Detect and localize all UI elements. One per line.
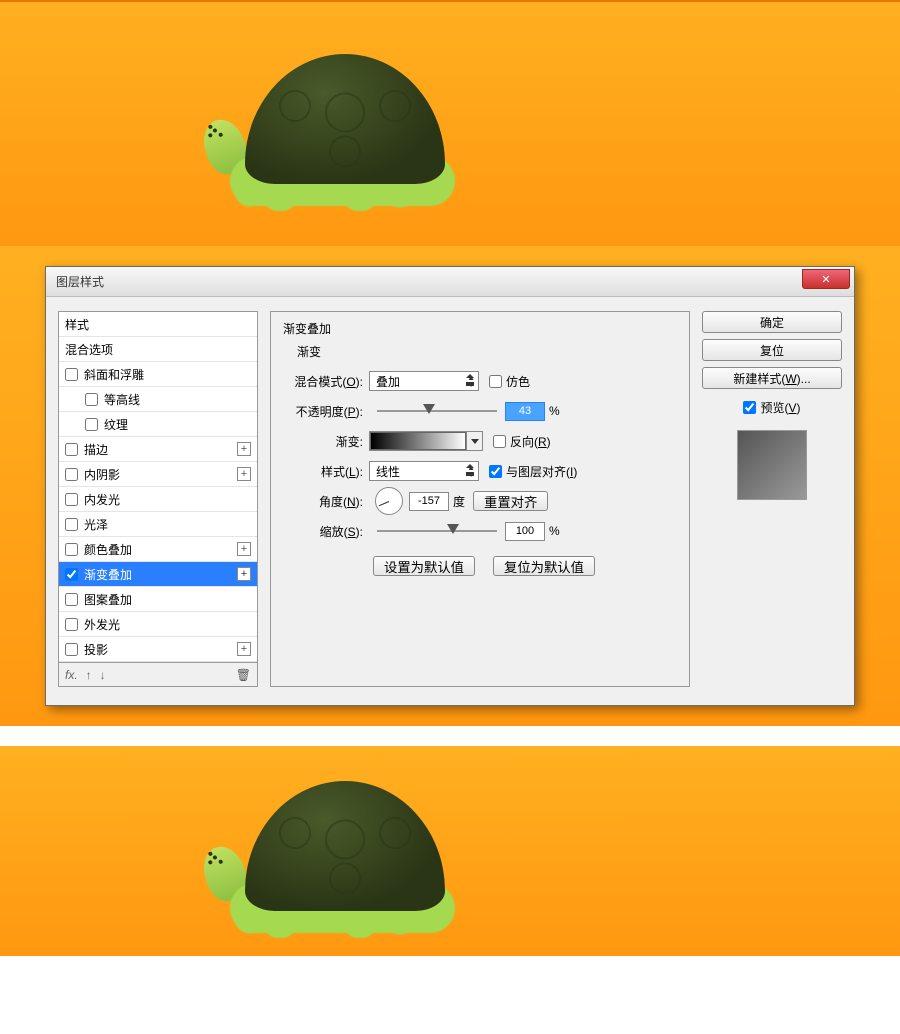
style-label: 光泽 — [84, 516, 108, 533]
gradient-label: 渐变: — [283, 433, 369, 450]
style-select[interactable]: 线性 ▲▼ — [369, 461, 479, 481]
style-row[interactable]: 外发光 — [59, 612, 257, 637]
plus-icon[interactable]: + — [237, 542, 251, 556]
style-row[interactable]: 内阴影 + — [59, 462, 257, 487]
plus-icon[interactable]: + — [237, 442, 251, 456]
turtle-illustration — [215, 791, 455, 941]
percent-unit-2: % — [549, 524, 560, 538]
style-row[interactable]: 等高线 — [59, 387, 257, 412]
angle-dial[interactable] — [375, 487, 403, 515]
scale-input[interactable] — [505, 522, 545, 541]
scale-slider[interactable] — [377, 522, 497, 540]
gradient-dropdown-icon[interactable] — [466, 432, 482, 450]
style-checkbox[interactable] — [65, 643, 78, 656]
style-label: 渐变叠加 — [84, 566, 132, 583]
style-row[interactable]: 渐变叠加 + — [59, 562, 257, 587]
turtle-illustration — [215, 64, 455, 214]
angle-unit: 度 — [453, 493, 465, 510]
down-icon[interactable]: ↓ — [100, 668, 106, 682]
styles-column: 样式 混合选项 斜面和浮雕等高线纹理描边 + 内阴影 + 内发光光泽颜色叠加 + 渐变叠加 +… — [58, 311, 258, 687]
dialog-titlebar[interactable]: 图层样式 ✕ — [46, 267, 854, 297]
style-checkbox[interactable] — [65, 443, 78, 456]
style-checkbox[interactable] — [65, 593, 78, 606]
style-label: 描边 — [84, 441, 108, 458]
blend-mode-select[interactable]: 叠加 ▲▼ — [369, 371, 479, 391]
styles-header-row[interactable]: 样式 — [59, 312, 257, 337]
style-checkbox[interactable] — [65, 368, 78, 381]
style-label: 投影 — [84, 641, 108, 658]
style-checkbox[interactable] — [65, 568, 78, 581]
style-label: 样式(L): — [283, 463, 369, 480]
canvas-preview-top — [0, 0, 900, 246]
style-checkbox[interactable] — [65, 618, 78, 631]
style-label: 等高线 — [104, 391, 140, 408]
dither-checkbox[interactable]: 仿色 — [489, 373, 530, 390]
style-row[interactable]: 投影 + — [59, 637, 257, 662]
settings-panel: 渐变叠加 渐变 混合模式(O): 叠加 ▲▼ 仿色 不透明度(P): — [270, 311, 690, 687]
style-row[interactable]: 描边 + — [59, 437, 257, 462]
blend-options-label: 混合选项 — [65, 341, 113, 358]
style-checkbox[interactable] — [65, 468, 78, 481]
blend-options-row[interactable]: 混合选项 — [59, 337, 257, 362]
style-label: 外发光 — [84, 616, 120, 633]
set-default-button[interactable]: 设置为默认值 — [373, 556, 475, 576]
opacity-input[interactable] — [505, 402, 545, 421]
plus-icon[interactable]: + — [237, 567, 251, 581]
style-row[interactable]: 光泽 — [59, 512, 257, 537]
style-checkbox[interactable] — [85, 393, 98, 406]
style-label: 内阴影 — [84, 466, 120, 483]
group-label: 渐变 — [297, 343, 677, 360]
scale-label: 缩放(S): — [283, 523, 369, 540]
trash-icon[interactable]: 🗑 — [236, 668, 251, 682]
ok-button[interactable]: 确定 — [702, 311, 842, 333]
cancel-button[interactable]: 复位 — [702, 339, 842, 361]
styles-header-label: 样式 — [65, 316, 89, 333]
style-checkbox[interactable] — [65, 493, 78, 506]
styles-footer: fx. ↑ ↓ 🗑 — [58, 663, 258, 687]
opacity-slider[interactable] — [377, 402, 497, 420]
new-style-button[interactable]: 新建样式(W)... — [702, 367, 842, 389]
preview-checkbox[interactable]: 预览(V) — [702, 399, 842, 416]
section-title: 渐变叠加 — [283, 320, 677, 337]
style-label: 颜色叠加 — [84, 541, 132, 558]
align-checkbox[interactable]: 与图层对齐(I) — [489, 463, 577, 480]
style-label: 内发光 — [84, 491, 120, 508]
style-label: 图案叠加 — [84, 591, 132, 608]
blend-mode-label: 混合模式(O): — [283, 373, 369, 390]
style-row[interactable]: 颜色叠加 + — [59, 537, 257, 562]
angle-input[interactable] — [409, 492, 449, 511]
style-row[interactable]: 斜面和浮雕 — [59, 362, 257, 387]
style-checkbox[interactable] — [65, 518, 78, 531]
style-checkbox[interactable] — [85, 418, 98, 431]
canvas-preview-bottom — [0, 746, 900, 956]
plus-icon[interactable]: + — [237, 642, 251, 656]
style-label: 纹理 — [104, 416, 128, 433]
close-icon: ✕ — [821, 273, 830, 286]
style-row[interactable]: 内发光 — [59, 487, 257, 512]
angle-label: 角度(N): — [283, 493, 369, 510]
reverse-checkbox[interactable]: 反向(R) — [493, 433, 551, 450]
plus-icon[interactable]: + — [237, 467, 251, 481]
style-row[interactable]: 纹理 — [59, 412, 257, 437]
dialog-buttons-column: 确定 复位 新建样式(W)... 预览(V) — [702, 311, 842, 687]
opacity-label: 不透明度(P): — [283, 403, 369, 420]
percent-unit: % — [549, 404, 560, 418]
reset-default-button[interactable]: 复位为默认值 — [493, 556, 595, 576]
gradient-swatch[interactable] — [370, 432, 466, 450]
fx-icon[interactable]: fx. — [65, 668, 78, 682]
preview-thumbnail — [737, 430, 807, 500]
gradient-picker[interactable] — [369, 431, 483, 451]
up-icon[interactable]: ↑ — [86, 668, 92, 682]
style-checkbox[interactable] — [65, 543, 78, 556]
layer-style-dialog: 图层样式 ✕ 样式 混合选项 斜面和浮雕等高线纹理描边 + 内阴影 + 内发光光泽颜色叠… — [45, 266, 855, 706]
dialog-title: 图层样式 — [56, 273, 104, 290]
close-button[interactable]: ✕ — [802, 269, 850, 289]
styles-list: 样式 混合选项 斜面和浮雕等高线纹理描边 + 内阴影 + 内发光光泽颜色叠加 + 渐变叠加 +… — [58, 311, 258, 663]
style-row[interactable]: 图案叠加 — [59, 587, 257, 612]
reset-align-button[interactable]: 重置对齐 — [473, 491, 548, 511]
style-label: 斜面和浮雕 — [84, 366, 144, 383]
dialog-backdrop: 图层样式 ✕ 样式 混合选项 斜面和浮雕等高线纹理描边 + 内阴影 + 内发光光泽颜色叠… — [0, 246, 900, 726]
